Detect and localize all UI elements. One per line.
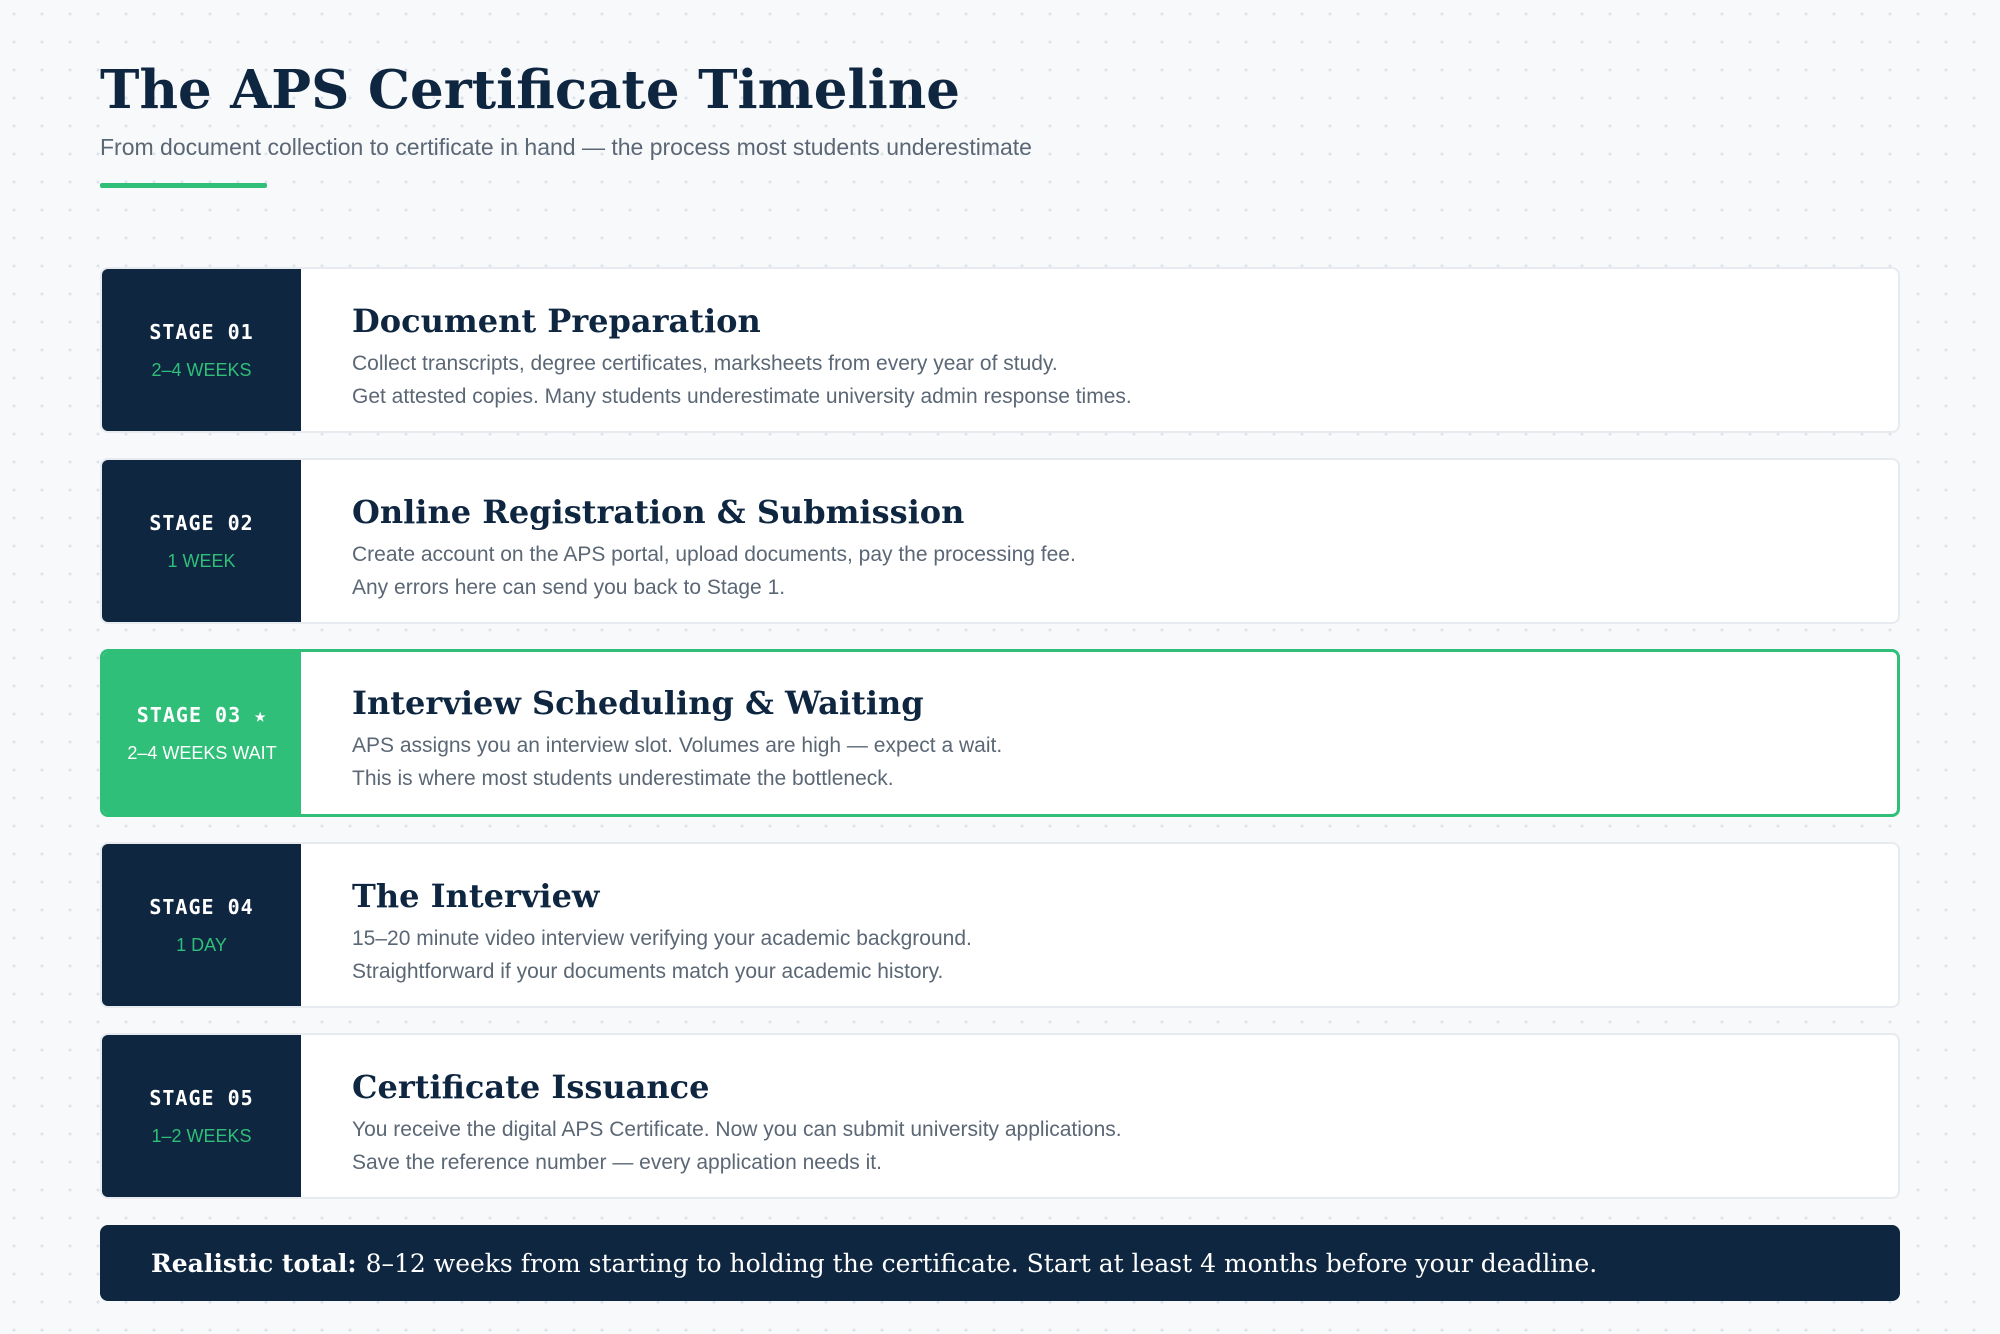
- stage-description-line: APS assigns you an interview slot. Volum…: [352, 734, 1003, 757]
- stage-card-3-highlighted: STAGE 03 ★ 2–4 WEEKS WAIT Interview Sche…: [100, 649, 1900, 817]
- page-title: The APS Certificate Timeline: [100, 59, 960, 121]
- stage-title: The Interview: [352, 877, 600, 915]
- stage-badge: STAGE 05 1–2 WEEKS: [102, 1035, 301, 1197]
- stage-description-line: Collect transcripts, degree certificates…: [352, 352, 1058, 375]
- stage-badge: STAGE 01 2–4 WEEKS: [102, 269, 301, 431]
- stage-badge: STAGE 04 1 DAY: [102, 844, 301, 1006]
- stage-duration: 1–2 WEEKS: [151, 1126, 252, 1146]
- stage-content: Online Registration & Submission Create …: [301, 460, 1076, 622]
- stage-content: Interview Scheduling & Waiting APS assig…: [301, 652, 1002, 814]
- stage-description-line: Create account on the APS portal, upload…: [352, 543, 1076, 566]
- stage-title: Document Preparation: [352, 302, 761, 340]
- stage-card-5: STAGE 05 1–2 WEEKS Certificate Issuance …: [100, 1033, 1900, 1199]
- title-accent-bar: [100, 183, 267, 188]
- stage-description: Create account on the APS portal, upload…: [352, 538, 1076, 604]
- stage-number: STAGE 04: [149, 895, 254, 919]
- stage-number: STAGE 03 ★: [136, 703, 268, 727]
- stage-duration: 2–4 WEEKS: [151, 360, 252, 380]
- stage-content: Document Preparation Collect transcripts…: [301, 269, 1132, 431]
- stage-description-line: Any errors here can send you back to Sta…: [352, 576, 786, 599]
- stage-badge: STAGE 03 ★ 2–4 WEEKS WAIT: [103, 652, 301, 814]
- stage-description: 15–20 minute video interview verifying y…: [352, 922, 972, 988]
- stage-number: STAGE 05: [149, 1086, 254, 1110]
- stage-content: Certificate Issuance You receive the dig…: [301, 1035, 1122, 1197]
- stage-card-4: STAGE 04 1 DAY The Interview 15–20 minut…: [100, 842, 1900, 1008]
- stage-card-2: STAGE 02 1 WEEK Online Registration & Su…: [100, 458, 1900, 624]
- realistic-total-banner: Realistic total: 8–12 weeks from startin…: [100, 1225, 1900, 1301]
- stage-number: STAGE 01: [149, 320, 254, 344]
- stage-duration: 1 WEEK: [167, 551, 236, 571]
- stage-duration: 1 DAY: [176, 935, 227, 955]
- stage-card-1: STAGE 01 2–4 WEEKS Document Preparation …: [100, 267, 1900, 433]
- stage-content: The Interview 15–20 minute video intervi…: [301, 844, 972, 1006]
- stage-description-line: Straightforward if your documents match …: [352, 960, 944, 983]
- stage-description-line: Get attested copies. Many students under…: [352, 385, 1132, 408]
- summary-label: Realistic total:: [151, 1248, 357, 1278]
- stage-badge: STAGE 02 1 WEEK: [102, 460, 301, 622]
- stage-title: Certificate Issuance: [352, 1068, 710, 1106]
- stage-description-line: This is where most students underestimat…: [352, 767, 894, 790]
- page-subtitle: From document collection to certificate …: [100, 134, 1032, 160]
- stage-description: APS assigns you an interview slot. Volum…: [352, 729, 1002, 795]
- stage-description-line: You receive the digital APS Certificate.…: [352, 1118, 1122, 1141]
- stage-description-line: 15–20 minute video interview verifying y…: [352, 927, 972, 950]
- stage-description: Collect transcripts, degree certificates…: [352, 347, 1132, 413]
- stage-number: STAGE 02: [149, 511, 254, 535]
- stage-description-line: Save the reference number — every applic…: [352, 1151, 882, 1174]
- stage-duration: 2–4 WEEKS WAIT: [127, 743, 277, 763]
- stage-title: Online Registration & Submission: [352, 493, 965, 531]
- summary-text: 8–12 weeks from starting to holding the …: [365, 1248, 1598, 1278]
- stage-title: Interview Scheduling & Waiting: [352, 684, 924, 722]
- stage-description: You receive the digital APS Certificate.…: [352, 1113, 1122, 1179]
